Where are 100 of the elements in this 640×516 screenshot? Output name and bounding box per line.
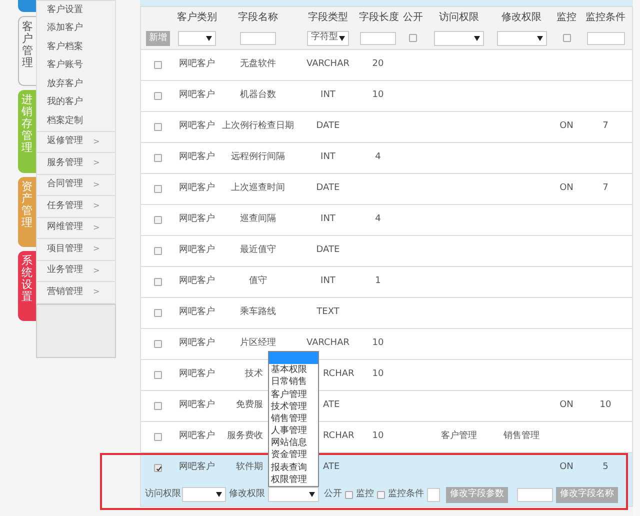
checkbox[interactable] [154, 278, 162, 286]
text-field[interactable] [427, 488, 440, 502]
table-cell-text: 巡查间隔 [240, 213, 276, 226]
checkbox[interactable] [154, 185, 162, 193]
menu-item-label: 任务管理 [47, 200, 83, 212]
dropdown-option[interactable]: 技术管理 [269, 400, 318, 413]
table-cell-text: 免费服 [236, 399, 263, 412]
table-cell-text: INT [320, 89, 336, 102]
table-cell-text: 销售管理 [504, 430, 540, 444]
table-cell-text: 10 [372, 368, 384, 382]
table-cell-text: 4 [375, 151, 381, 164]
menu-item[interactable]: 任务管理 > [37, 195, 115, 216]
checkbox[interactable] [154, 154, 162, 162]
menu-item[interactable]: 放弃客户 [37, 75, 115, 94]
dropdown-option[interactable]: 人事管理 [269, 425, 318, 438]
checkbox[interactable] [154, 402, 162, 410]
table-cell-text: 最近值守 [240, 244, 276, 258]
caret-icon [309, 492, 315, 497]
checkbox[interactable] [154, 340, 162, 348]
table-cell-text: ON [560, 399, 574, 412]
text-field[interactable] [360, 32, 396, 44]
menu-item[interactable]: 业务管理 > [37, 260, 115, 281]
table-cell-text: 片区经理 [240, 337, 276, 350]
dropdown-option[interactable]: 报表查询 [269, 462, 318, 474]
menu-item[interactable]: 营销管理 > [37, 281, 115, 302]
table-cell-text: DATE [316, 120, 340, 134]
dropdown-option[interactable]: 客户管理 [269, 388, 318, 401]
select-field[interactable] [178, 30, 216, 46]
table-cell-text: 网吧客户 [179, 182, 215, 196]
menu-item-label: 营销管理 [47, 286, 83, 298]
select-field[interactable] [268, 487, 319, 502]
checkbox[interactable] [154, 92, 162, 100]
dropdown-option[interactable] [269, 352, 318, 364]
table-cell-text: 网吧客户 [179, 337, 215, 350]
table-cell-text: 技术 [245, 368, 263, 382]
column-header: 字段名称 [237, 10, 279, 24]
menu-item[interactable]: 项目管理 > [37, 238, 115, 260]
text-field[interactable] [240, 32, 276, 44]
table-cell-text: ATE [323, 461, 340, 474]
menu-item[interactable]: 我的客户 [37, 94, 115, 112]
menu-item[interactable]: 服务管理 > [37, 152, 115, 174]
table-cell-text: 网吧客户 [179, 368, 215, 382]
column-header: 监控条件 [584, 10, 626, 24]
checkbox[interactable] [154, 123, 162, 131]
checkbox[interactable] [154, 464, 162, 472]
side-tab[interactable]: 客户管理 [18, 16, 36, 86]
checkbox[interactable] [154, 433, 162, 441]
checkbox[interactable] [154, 309, 162, 317]
chevron-icon: > [93, 264, 100, 277]
table-cell-text: 网吧客户 [179, 399, 215, 412]
column-header: 字段长度 [359, 10, 397, 24]
field-label: 公开 [324, 488, 342, 501]
table-cell-text: 网吧客户 [179, 275, 215, 288]
dropdown-option[interactable]: 网站信息 [269, 437, 318, 450]
table-cell-text: 1 [375, 275, 381, 288]
menu-item[interactable]: 添加客户 [37, 20, 115, 38]
caret-icon [206, 36, 212, 40]
dropdown-option[interactable]: 权限管理 [269, 474, 318, 486]
menu-item[interactable]: 客户账号 [37, 56, 115, 75]
checkbox[interactable] [409, 34, 417, 42]
checkbox[interactable] [345, 490, 353, 498]
dropdown-option[interactable]: 资金管理 [269, 449, 318, 462]
table-cell-text: 10 [372, 337, 384, 350]
text-field[interactable] [586, 32, 624, 44]
table-cell-text: 网吧客户 [179, 89, 215, 102]
menu-item[interactable]: 返修管理 > [37, 130, 115, 152]
dropdown-option[interactable]: 日常销售 [269, 376, 318, 388]
table-cell-text: VARCHAR [306, 58, 350, 72]
checkbox[interactable] [154, 61, 162, 69]
select-field[interactable] [496, 30, 546, 46]
table-cell-text: RCHAR [323, 368, 354, 382]
menu-item[interactable]: 客户档案 [37, 38, 115, 56]
chevron-icon: > [93, 222, 100, 234]
select-field[interactable]: 字符型 [307, 30, 349, 46]
table-cell-text: ATE [323, 399, 340, 412]
side-tab[interactable]: 系统设置 [18, 250, 36, 320]
checkbox[interactable] [154, 371, 162, 379]
checkbox[interactable] [377, 490, 385, 498]
caret-icon [474, 36, 480, 40]
caret-icon [339, 36, 345, 40]
table-cell-text: 服务费收 [227, 430, 263, 444]
select-field[interactable] [434, 30, 484, 46]
menu-item[interactable]: 档案定制 [37, 112, 115, 130]
table-cell-text: 7 [602, 182, 608, 196]
table-cell-text: INT [320, 213, 336, 226]
text-field[interactable] [517, 488, 553, 502]
checkbox[interactable] [562, 34, 570, 42]
table-cell-text: 软件期 [236, 461, 263, 474]
select-field[interactable] [182, 487, 226, 502]
checkbox[interactable] [154, 247, 162, 255]
menu-item[interactable]: 客户设置 [37, 1, 115, 20]
menu-item[interactable]: 合同管理 > [37, 174, 115, 195]
checkbox[interactable] [154, 216, 162, 224]
chevron-icon: > [93, 286, 100, 298]
table-cell-text: INT [320, 275, 336, 288]
table-cell-text: 7 [602, 120, 608, 134]
caret-icon [216, 492, 222, 497]
dropdown-option[interactable]: 基本权限 [269, 364, 318, 376]
table-cell-text: 上次例行检查日期 [222, 120, 294, 134]
menu-item[interactable]: 网维管理 > [37, 216, 115, 238]
